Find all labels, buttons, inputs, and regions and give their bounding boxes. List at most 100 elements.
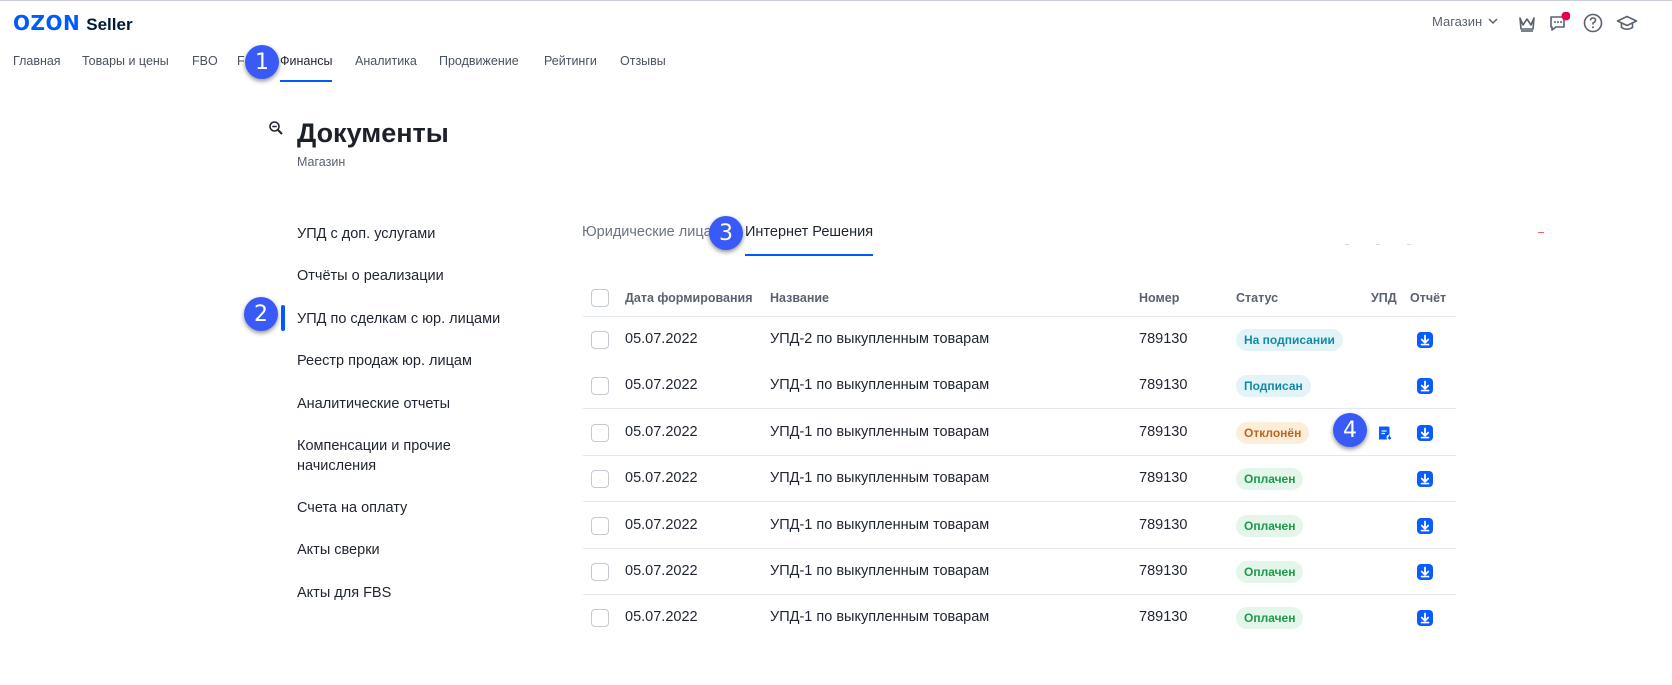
nav-item-fbs[interactable]: F [237, 54, 245, 82]
row-date: 05.07.2022 [625, 331, 698, 347]
header-actions: Магазин [1432, 12, 1672, 36]
status-badge: Оплачен [1236, 514, 1304, 537]
row-name: УПД-2 по выкупленным товарам [770, 331, 990, 347]
download-report-icon[interactable] [1416, 331, 1434, 349]
table-row[interactable]: 05.07.2022 УПД-1 по выкупленным товарам 78… [583, 595, 1456, 641]
row-number: 789130 [1139, 609, 1188, 626]
table-row[interactable]: 05.07.2022 УПД-1 по выкупленным товарам 78… [583, 363, 1456, 410]
sidebar-item-upd-legal[interactable]: УПД по сделкам с юр. лицами [297, 309, 527, 329]
row-name: УПД-1 по выкупленным товарам [770, 609, 990, 626]
nav-item-analytics[interactable]: Аналитика [355, 54, 417, 82]
sidebar-item-compensations[interactable]: Компенсации и прочие начисления [297, 436, 487, 476]
row-date: 05.07.2022 [625, 609, 698, 626]
row-name: УПД-1 по выкупленным товарам [770, 470, 990, 487]
download-report-icon[interactable] [1416, 517, 1434, 535]
select-all-checkbox[interactable] [591, 289, 609, 307]
row-checkbox[interactable] [591, 609, 609, 628]
status-badge: На подписании [1236, 329, 1343, 351]
page-title: Документы [297, 118, 449, 148]
annotation-badge: 3 [709, 216, 743, 250]
download-report-icon[interactable] [1416, 470, 1434, 488]
nav-item-products[interactable]: Товары и цены [82, 54, 169, 82]
row-checkbox[interactable] [591, 423, 609, 442]
sidebar-item-sales-reports[interactable]: Отчёты о реализации [297, 266, 527, 286]
academy-icon[interactable] [1616, 12, 1638, 34]
col-report: Отчёт [1410, 291, 1447, 305]
download-report-icon[interactable] [1416, 563, 1434, 581]
row-number: 789130 [1139, 470, 1188, 487]
logo-product: Seller [86, 15, 133, 34]
row-checkbox[interactable] [591, 563, 609, 581]
annotation-badge: 2 [244, 297, 278, 331]
sidebar-item-upd-services[interactable]: УПД с доп. услугами [297, 224, 527, 244]
zoom-out-icon[interactable] [268, 120, 284, 136]
status-badge: Оплачен [1236, 561, 1304, 583]
upd-file-icon[interactable] [1377, 425, 1393, 441]
status-badge: Подписан [1236, 375, 1311, 398]
download-report-icon[interactable] [1416, 609, 1434, 627]
row-name: УПД-1 по выкупленным товарам [770, 423, 990, 440]
row-name: УПД-1 по выкупленным товарам [770, 563, 990, 579]
table-row[interactable]: 05.07.2022 УПД-2 по выкупленным товарам 78… [583, 317, 1456, 363]
row-number: 789130 [1139, 563, 1188, 579]
row-number: 789130 [1139, 423, 1188, 440]
col-upd: УПД [1371, 291, 1397, 305]
notification-dot [1561, 12, 1570, 21]
row-number: 789130 [1139, 331, 1188, 347]
sidebar-item-sales-register[interactable]: Реестр продаж юр. лицам [297, 351, 527, 371]
tab-internet-solutions[interactable]: Интернет Решения [745, 224, 874, 256]
table-row[interactable]: 05.07.2022 УПД-1 по выкупленным товарам 78… [583, 456, 1456, 503]
chat-icon[interactable] [1548, 12, 1570, 34]
ozon-seller-logo[interactable]: OZON Seller [13, 11, 133, 35]
download-report-icon[interactable] [1416, 424, 1434, 442]
help-icon[interactable] [1582, 12, 1604, 34]
status-badge: Оплачен [1236, 468, 1304, 491]
row-checkbox[interactable] [591, 516, 609, 535]
col-number[interactable]: Номер [1139, 291, 1179, 305]
sidebar-item-analytics-reports[interactable]: Аналитические отчеты [297, 394, 527, 414]
divider [1407, 244, 1411, 245]
status-badge: Оплачен [1236, 607, 1304, 630]
crown-icon[interactable] [1516, 12, 1538, 34]
row-date: 05.07.2022 [625, 377, 698, 394]
row-date: 05.07.2022 [625, 516, 698, 533]
row-date: 05.07.2022 [625, 423, 698, 440]
row-checkbox[interactable] [591, 377, 609, 396]
nav-item-reviews[interactable]: Отзывы [620, 54, 666, 82]
page-subtitle: Магазин [297, 155, 346, 169]
col-status[interactable]: Статус [1236, 291, 1278, 305]
divider [1376, 244, 1380, 245]
annotation-badge: 4 [1333, 413, 1367, 447]
nav-item-fbo[interactable]: FBO [192, 54, 218, 82]
store-selector[interactable]: Магазин [1432, 14, 1498, 29]
top-border [0, 0, 1672, 1]
logo-brand: OZON [13, 11, 81, 35]
row-name: УПД-1 по выкупленным товарам [770, 516, 990, 533]
tab-clip: Юридические лица [582, 224, 712, 246]
annotation-badge: 1 [245, 45, 279, 79]
download-report-icon[interactable] [1416, 377, 1434, 395]
nav-item-promotion[interactable]: Продвижение [439, 54, 519, 82]
sidebar-item-invoices[interactable]: Счета на оплату [297, 498, 527, 518]
row-checkbox[interactable] [591, 470, 609, 489]
divider [1538, 232, 1544, 233]
store-label: Магазин [1432, 14, 1483, 29]
row-number: 789130 [1139, 516, 1188, 533]
table-row[interactable]: 05.07.2022 УПД-1 по выкупленным товарам 78… [583, 503, 1456, 549]
nav-item-main[interactable]: Главная [13, 54, 61, 82]
table-row[interactable]: 05.07.2022 УПД-1 по выкупленным товарам 78… [583, 549, 1456, 595]
sidebar-active-indicator [281, 305, 285, 331]
col-date[interactable]: Дата формирования [625, 291, 752, 305]
row-date: 05.07.2022 [625, 563, 698, 579]
row-name: УПД-1 по выкупленным товарам [770, 377, 990, 394]
row-date: 05.07.2022 [625, 470, 698, 487]
nav-item-ratings[interactable]: Рейтинги [544, 54, 597, 82]
sidebar-item-reconciliation[interactable]: Акты сверки [297, 540, 527, 560]
sidebar-item-fbs-acts[interactable]: Акты для FBS [297, 583, 527, 603]
table-row[interactable]: 05.07.2022 УПД-1 по выкупленным товарам 78… [583, 410, 1456, 456]
divider [1345, 244, 1349, 245]
nav-item-finance[interactable]: Финансы [280, 54, 333, 82]
tab-legal-entities[interactable]: Юридические лица [582, 224, 712, 246]
col-name[interactable]: Название [770, 291, 829, 305]
row-checkbox[interactable] [591, 331, 609, 349]
